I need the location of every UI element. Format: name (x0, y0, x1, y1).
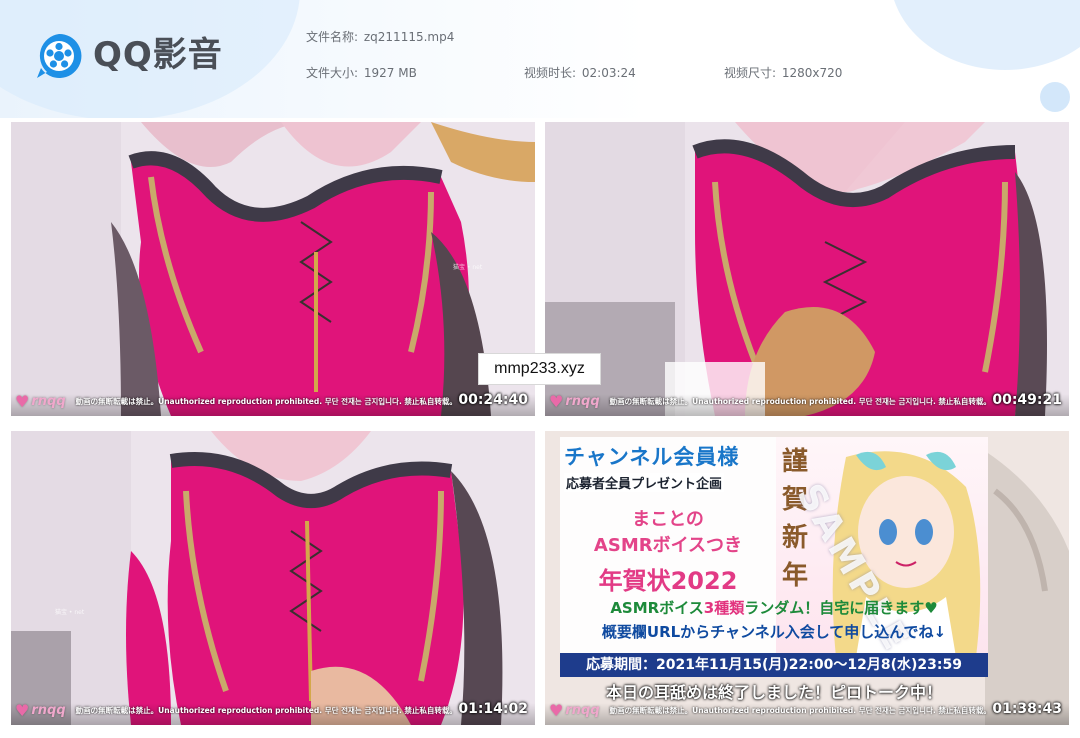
banner-line-1: まことの (632, 509, 704, 530)
thumbnail-image (545, 122, 1069, 416)
thumbnail-timestamp: 00:49:21 (992, 392, 1062, 408)
file-name-label: 文件名称: (306, 30, 359, 44)
channel-name: rnqq (565, 394, 600, 409)
thumbnail-image (11, 431, 535, 725)
heart-icon: ♥ (549, 701, 564, 720)
channel-name: rnqq (31, 394, 66, 409)
asmr-text-2: 3種類 (703, 599, 745, 617)
promo-banner: チャンネル会員様 応募者全員プレゼント企画 まことの ASMRボイスつき 年賀状… (560, 437, 988, 702)
channel-watermark: ♥ rnqq 動画の無断転載は禁止。Unauthorized reproduct… (549, 701, 991, 720)
video-thumbnail-2[interactable]: ♥ rnqq 動画の無断転載は禁止。Unauthorized reproduct… (545, 122, 1069, 416)
duration-info: 视频时长: 02:03:24 (524, 65, 636, 81)
thumbnail-timestamp: 01:14:02 (458, 701, 528, 717)
heart-icon: ♥ (15, 392, 30, 411)
reproduction-notice: 動画の無断転載は禁止。Unauthorized reproduction pro… (609, 397, 991, 406)
video-thumbnail-4[interactable]: チャンネル会員様 応募者全員プレゼント企画 まことの ASMRボイスつき 年賀状… (545, 431, 1069, 725)
dimension-label: 视频尺寸: (724, 66, 777, 80)
asmr-text-3: ランダム！自宅に届きます♥ (744, 599, 938, 617)
banner-subtitle: 応募者全員プレゼント企画 (564, 473, 725, 492)
overlay-url-label: mmp233.xyz (478, 353, 601, 385)
thumbnail-timestamp: 00:24:40 (458, 392, 528, 408)
reproduction-notice: 動画の無断転載は禁止。Unauthorized reproduction pro… (609, 706, 991, 715)
heart-icon: ♥ (549, 392, 564, 411)
heart-icon: ♥ (15, 701, 30, 720)
video-thumbnail-3[interactable]: 猫宝 • net ♥ rnqq 動画の無断転載は禁止。Unauthorized … (11, 431, 535, 725)
banner-asmr-line: ASMRボイス3種類ランダム！自宅に届きます♥ (564, 597, 984, 618)
banner-url-line: 概要欄URLからチャンネル入会して申し込んでね↓ (601, 623, 947, 641)
dimension-info: 视频尺寸: 1280x720 (724, 65, 842, 81)
duration-label: 视频时长: (524, 66, 577, 80)
asmr-text-1: ASMRボイス (610, 599, 704, 617)
header-decoration (1040, 82, 1070, 112)
qq-player-logo-icon (37, 33, 82, 78)
reproduction-notice: 動画の無断転載は禁止。Unauthorized reproduction pro… (75, 397, 457, 406)
channel-name: rnqq (565, 703, 600, 718)
file-name-value: zq211115.mp4 (363, 30, 455, 44)
banner-line-3: 年賀状2022 (598, 567, 738, 595)
channel-watermark: ♥ rnqq 動画の無断転載は禁止。Unauthorized reproduct… (549, 392, 991, 411)
banner-title: チャンネル会員様 (564, 445, 740, 469)
duration-value: 02:03:24 (581, 66, 636, 80)
small-watermark-text: 猫宝 • net (55, 609, 85, 616)
file-size-info: 文件大小: 1927 MB (306, 65, 417, 81)
banner-end-note: 本日の耳舐めは終了しました！ピロトーク中！ (605, 683, 942, 702)
channel-name: rnqq (31, 703, 66, 718)
reproduction-notice: 動画の無断転載は禁止。Unauthorized reproduction pro… (75, 706, 457, 715)
header-bar: QQ影音 文件名称: zq211115.mp4 文件大小: 1927 MB 视频… (0, 0, 1080, 118)
small-watermark-text: 猫宝 • net (453, 264, 483, 271)
dimension-value: 1280x720 (781, 66, 843, 80)
banner-line-2: ASMRボイスつき (593, 535, 743, 556)
video-thumbnail-1[interactable]: 猫宝 • net ♥ rnqq 動画の無断転載は禁止。Unauthorized … (11, 122, 535, 416)
channel-watermark: ♥ rnqq 動画の無断転載は禁止。Unauthorized reproduct… (15, 392, 457, 411)
file-size-value: 1927 MB (363, 66, 417, 80)
file-name-info: 文件名称: zq211115.mp4 (306, 29, 454, 45)
thumbnail-timestamp: 01:38:43 (992, 701, 1062, 717)
app-brand: QQ影音 (93, 35, 223, 75)
channel-watermark: ♥ rnqq 動画の無断転載は禁止。Unauthorized reproduct… (15, 701, 457, 720)
header-decoration (890, 0, 1080, 70)
banner-period: 応募期間：2021年11月15(月)22:00〜12月8(水)23:59 (560, 653, 988, 677)
file-size-label: 文件大小: (306, 66, 359, 80)
